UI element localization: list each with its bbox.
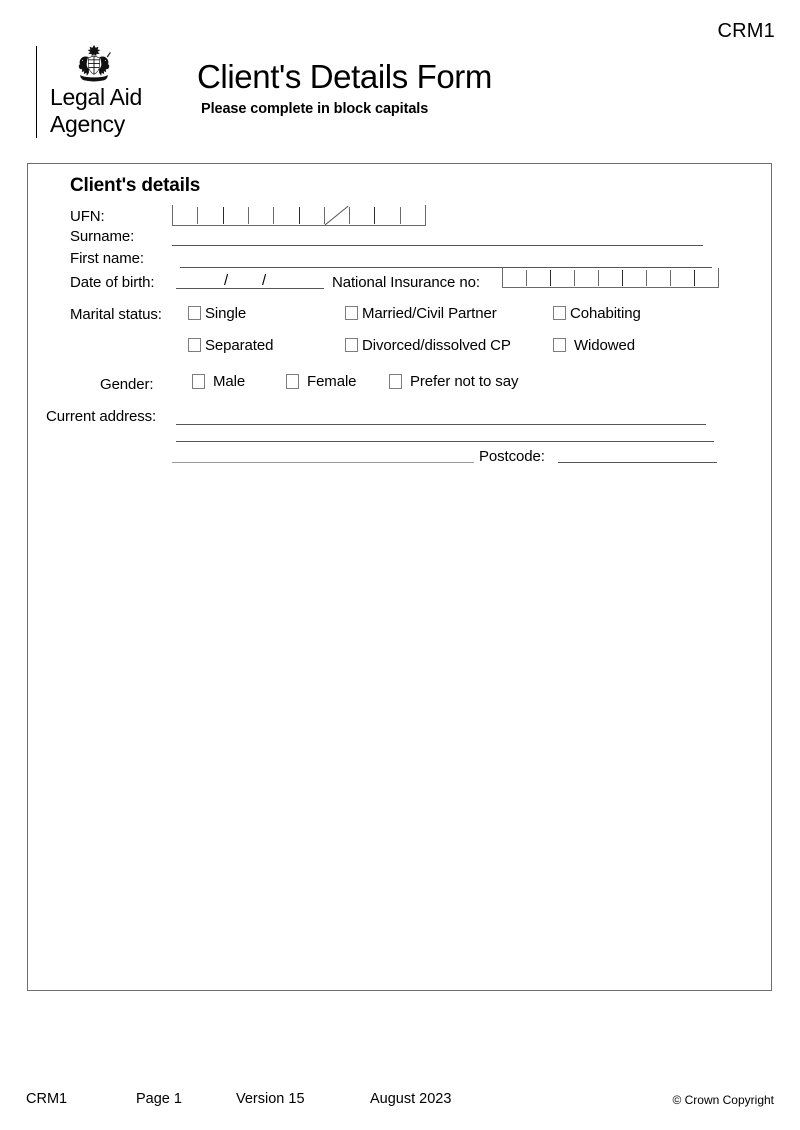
- checkbox-label: Cohabiting: [570, 305, 641, 322]
- comb-tick: [502, 268, 503, 288]
- ufn-baseline: [172, 225, 425, 226]
- checkbox-marital-separated[interactable]: Separated: [188, 338, 273, 353]
- footer-copyright: © Crown Copyright: [672, 1093, 774, 1107]
- checkbox-box-icon[interactable]: [192, 374, 205, 389]
- current-address-label: Current address:: [46, 408, 157, 425]
- checkbox-label: Divorced/dissolved CP: [362, 337, 511, 354]
- comb-tick: [299, 207, 300, 224]
- logo-divider-rule: [36, 46, 37, 138]
- checkbox-gender-male[interactable]: Male: [192, 374, 245, 389]
- checkbox-label: Female: [307, 373, 357, 390]
- checkbox-box-icon[interactable]: [286, 374, 299, 389]
- comb-tick: [172, 205, 173, 226]
- dob-separator-day-month: /: [224, 272, 229, 289]
- checkbox-box-icon[interactable]: [188, 338, 201, 352]
- comb-tick: [646, 270, 647, 286]
- comb-tick: [374, 207, 375, 224]
- checkbox-label: Single: [205, 305, 247, 322]
- checkbox-box-icon[interactable]: [188, 306, 201, 320]
- page-subtitle: Please complete in block capitals: [201, 101, 429, 117]
- checkbox-marital-divorced-dissolved-cp[interactable]: Divorced/dissolved CP: [345, 338, 511, 353]
- checkbox-label: Widowed: [574, 337, 635, 354]
- checkbox-label: Married/Civil Partner: [362, 305, 497, 322]
- comb-tick: [400, 207, 401, 224]
- marital-status-label: Marital status:: [70, 306, 162, 323]
- footer-document-code: CRM1: [26, 1091, 68, 1107]
- checkbox-marital-married-civil-partner[interactable]: Married/Civil Partner: [345, 306, 497, 321]
- ufn-slash-icon: [324, 205, 349, 226]
- address-line-2-input[interactable]: [176, 441, 714, 442]
- checkbox-gender-female[interactable]: Female: [286, 373, 357, 390]
- logo-wordmark: Legal Aid Agency: [50, 84, 142, 138]
- ni-baseline: [502, 287, 718, 288]
- comb-tick: [273, 207, 274, 224]
- comb-tick: [526, 270, 527, 286]
- footer-version: Version 15: [236, 1091, 305, 1107]
- date-of-birth-input[interactable]: [176, 288, 324, 289]
- ufn-input[interactable]: [172, 205, 426, 226]
- address-line-1-input[interactable]: [176, 424, 706, 425]
- comb-tick: [670, 270, 671, 286]
- national-insurance-input[interactable]: [502, 268, 719, 288]
- comb-tick: [574, 270, 575, 286]
- checkbox-box-icon[interactable]: [345, 338, 358, 352]
- checkbox-marital-single[interactable]: Single: [188, 306, 246, 321]
- footer-page-number: Page 1: [136, 1091, 182, 1107]
- comb-tick: [718, 268, 719, 288]
- ufn-label: UFN:: [70, 208, 105, 225]
- surname-label: Surname:: [70, 228, 135, 245]
- checkbox-marital-widowed[interactable]: Widowed: [553, 338, 635, 353]
- checkbox-gender-prefer-not-to-say[interactable]: Prefer not to say: [389, 374, 518, 389]
- gender-label: Gender:: [100, 376, 154, 393]
- comb-tick: [598, 270, 599, 286]
- checkbox-marital-cohabiting[interactable]: Cohabiting: [553, 306, 641, 321]
- comb-tick: [197, 207, 198, 224]
- comb-tick: [622, 270, 623, 286]
- royal-coat-of-arms-icon: [74, 44, 114, 82]
- comb-tick: [694, 270, 695, 286]
- surname-input[interactable]: [172, 245, 703, 246]
- address-line-3-input[interactable]: [172, 462, 474, 463]
- checkbox-box-icon[interactable]: [389, 374, 402, 389]
- postcode-input[interactable]: [558, 462, 717, 463]
- footer-date: August 2023: [370, 1091, 452, 1107]
- logo-line-2: Agency: [50, 111, 125, 137]
- comb-tick: [223, 207, 224, 224]
- dob-separator-month-year: /: [262, 272, 267, 289]
- section-heading: Client's details: [70, 175, 201, 196]
- checkbox-box-icon[interactable]: [553, 338, 566, 352]
- postcode-label: Postcode:: [479, 448, 545, 465]
- first-name-label: First name:: [70, 250, 144, 267]
- checkbox-box-icon[interactable]: [345, 306, 358, 320]
- comb-tick: [425, 205, 426, 226]
- checkbox-label: Separated: [205, 337, 274, 354]
- legal-aid-agency-logo: Legal Aid Agency: [36, 44, 176, 140]
- checkbox-box-icon[interactable]: [553, 306, 566, 320]
- national-insurance-label: National Insurance no:: [332, 274, 480, 291]
- page-title: Client's Details Form: [197, 58, 492, 95]
- checkbox-label: Male: [213, 373, 246, 390]
- checkbox-label: Prefer not to say: [410, 373, 519, 390]
- date-of-birth-label: Date of birth:: [70, 274, 155, 291]
- comb-tick: [248, 207, 249, 224]
- comb-tick: [550, 270, 551, 286]
- document-code-header: CRM1: [717, 20, 775, 42]
- logo-line-1: Legal Aid: [50, 84, 142, 110]
